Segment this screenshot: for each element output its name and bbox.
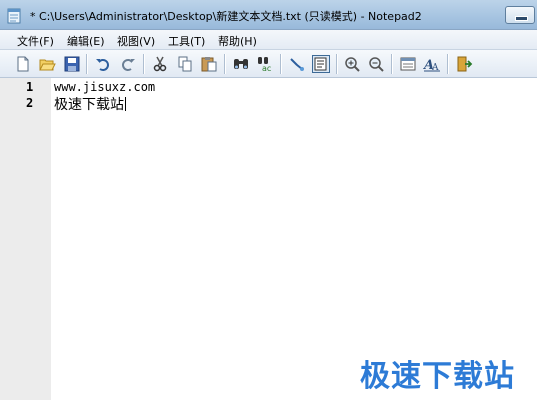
open-folder-icon[interactable]: [38, 55, 56, 73]
zoom-out-icon[interactable]: [367, 55, 385, 73]
menu-bar: 文件(F) 编辑(E) 视图(V) 工具(T) 帮助(H): [0, 30, 537, 50]
font-icon[interactable]: AA: [423, 55, 441, 73]
view-whitespace-icon[interactable]: [312, 55, 330, 73]
menu-tools[interactable]: 工具(T): [168, 33, 205, 49]
toolbar-separator: [447, 54, 449, 74]
paste-icon[interactable]: [200, 55, 218, 73]
minimize-icon: [515, 16, 528, 21]
toolbar-separator: [86, 54, 88, 74]
menu-file[interactable]: 文件(F): [17, 33, 54, 49]
new-file-icon[interactable]: [14, 55, 32, 73]
menu-edit[interactable]: 编辑(E): [67, 33, 105, 49]
toolbar-separator: [280, 54, 282, 74]
exit-icon[interactable]: [455, 55, 473, 73]
scheme-icon[interactable]: [399, 55, 417, 73]
svg-text:ac: ac: [262, 64, 271, 73]
toolbar: ac AA: [0, 50, 537, 78]
find-icon[interactable]: [232, 55, 250, 73]
site-watermark: 极速下载站: [360, 359, 515, 394]
toolbar-separator: [336, 54, 338, 74]
undo-icon[interactable]: [94, 55, 112, 73]
redo-icon[interactable]: [119, 55, 137, 73]
zoom-in-icon[interactable]: [343, 55, 361, 73]
toolbar-separator: [143, 54, 145, 74]
menu-view[interactable]: 视图(V): [117, 33, 155, 49]
save-icon[interactable]: [63, 55, 81, 73]
text-line: 极速下载站: [54, 94, 126, 114]
minimize-button[interactable]: [505, 6, 535, 24]
line-number: 1: [26, 80, 34, 94]
text-caret: [125, 97, 126, 111]
menu-help[interactable]: 帮助(H): [218, 33, 257, 49]
toolbar-separator: [391, 54, 393, 74]
copy-icon[interactable]: [176, 55, 194, 73]
word-wrap-icon[interactable]: [288, 55, 306, 73]
title-bar: * C:\Users\Administrator\Desktop\新建文本文档.…: [0, 0, 537, 30]
line-number: 2: [26, 96, 34, 110]
replace-icon[interactable]: ac: [256, 55, 274, 73]
text-line: www.jisuxz.com: [54, 80, 156, 94]
toolbar-separator: [224, 54, 226, 74]
notepad-app-icon: [7, 8, 21, 24]
line-number-gutter: 1 2: [0, 78, 51, 400]
cut-icon[interactable]: [151, 55, 169, 73]
text-line-content: 极速下载站: [54, 97, 124, 113]
window-title: * C:\Users\Administrator\Desktop\新建文本文档.…: [30, 10, 422, 23]
